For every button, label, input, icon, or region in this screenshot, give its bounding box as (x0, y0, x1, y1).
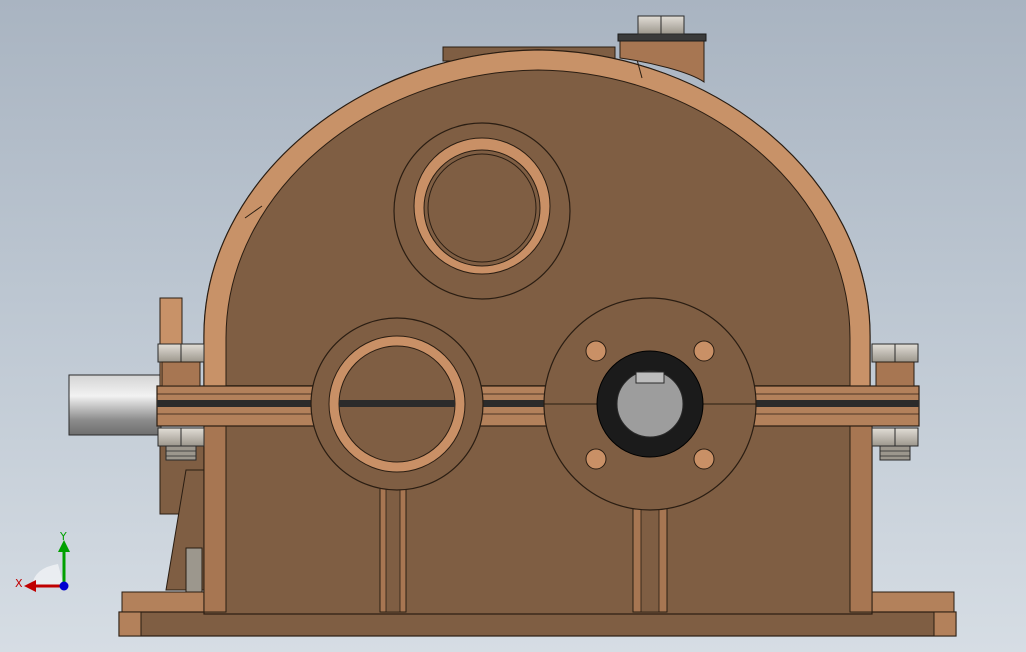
triad-z-axis (59, 581, 69, 591)
graphics-viewport[interactable]: Y X (0, 0, 1026, 652)
triad-plane (32, 564, 64, 586)
triad-y-label: Y (59, 530, 67, 543)
bearing-boss-left[interactable] (310, 317, 484, 491)
inspection-boss[interactable] (393, 122, 571, 300)
bearing-cap-right[interactable] (543, 297, 757, 511)
split-flange[interactable] (156, 385, 920, 427)
triad-x-label: X (15, 577, 23, 590)
lower-housing[interactable] (203, 417, 873, 615)
input-shaft[interactable] (68, 374, 162, 436)
reference-triad[interactable]: Y X (10, 530, 80, 600)
triad-x-arrow (24, 580, 36, 592)
gear-reducer-model[interactable] (0, 0, 1026, 652)
